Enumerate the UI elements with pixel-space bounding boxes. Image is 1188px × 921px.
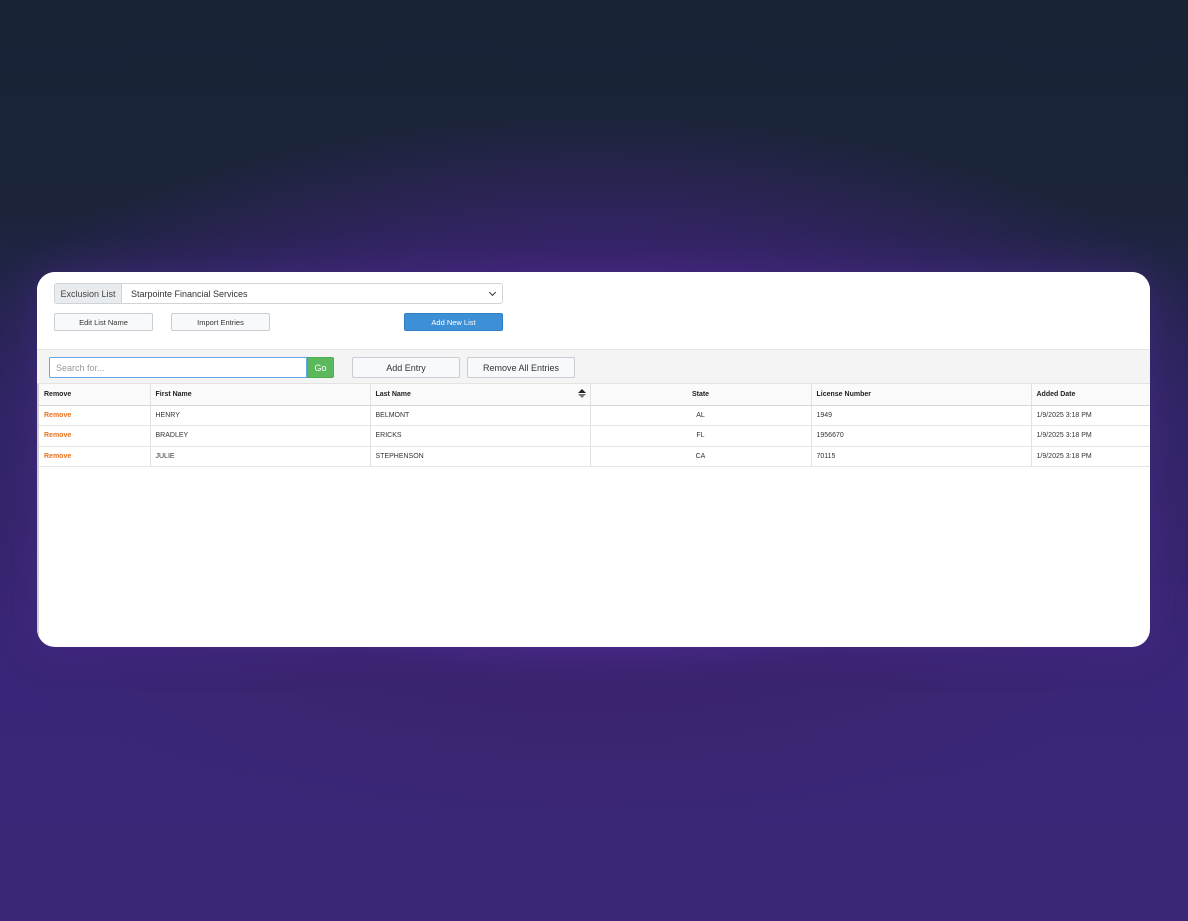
last-name-cell: ERICKS xyxy=(370,425,591,447)
state-cell: FL xyxy=(590,425,812,447)
entries-toolbar: Go Add Entry Remove All Entries xyxy=(37,349,1150,384)
last-name-cell: BELMONT xyxy=(370,405,591,426)
add-entry-button[interactable]: Add Entry xyxy=(352,357,460,378)
chevron-down-icon[interactable] xyxy=(488,288,497,297)
column-header-license-number[interactable]: License Number xyxy=(811,384,1032,406)
last-name-cell: STEPHENSON xyxy=(370,446,591,467)
added-date-cell: 1/9/2025 3:18 PM xyxy=(1031,425,1150,447)
table-row: Remove JULIE STEPHENSON CA 70115 1/9/202… xyxy=(39,446,1150,467)
column-header-remove[interactable]: Remove xyxy=(39,384,151,406)
go-button[interactable]: Go xyxy=(307,357,334,378)
import-entries-button[interactable]: Import Entries xyxy=(171,313,270,331)
table-row: Remove BRADLEY ERICKS FL 1956670 1/9/202… xyxy=(39,425,1150,447)
state-cell: AL xyxy=(590,405,812,426)
state-cell: CA xyxy=(590,446,812,467)
add-new-list-button[interactable]: Add New List xyxy=(404,313,503,331)
column-header-state[interactable]: State xyxy=(590,384,812,406)
search-input[interactable] xyxy=(49,357,307,378)
remove-link[interactable]: Remove xyxy=(44,453,71,460)
remove-cell: Remove xyxy=(39,446,151,467)
edit-list-name-button[interactable]: Edit List Name xyxy=(54,313,153,331)
exclusion-list-label: Exclusion List xyxy=(55,284,122,303)
entries-table: Remove First Name Last Name State Licens… xyxy=(39,384,1150,467)
license-number-cell: 1956670 xyxy=(811,425,1032,447)
remove-cell: Remove xyxy=(39,425,151,447)
added-date-cell: 1/9/2025 3:18 PM xyxy=(1031,446,1150,467)
column-header-first-name[interactable]: First Name xyxy=(150,384,371,406)
column-header-last-name[interactable]: Last Name xyxy=(370,384,591,406)
exclusion-list-panel: Exclusion List Starpointe Financial Serv… xyxy=(37,272,1150,647)
list-controls: Exclusion List Starpointe Financial Serv… xyxy=(37,272,1150,349)
first-name-cell: HENRY xyxy=(150,405,371,426)
first-name-cell: JULIE xyxy=(150,446,371,467)
remove-link[interactable]: Remove xyxy=(44,432,71,439)
table-header-row: Remove First Name Last Name State Licens… xyxy=(39,384,1150,406)
license-number-cell: 1949 xyxy=(811,405,1032,426)
license-number-cell: 70115 xyxy=(811,446,1032,467)
exclusion-list-selector[interactable]: Exclusion List Starpointe Financial Serv… xyxy=(54,283,503,304)
table-row: Remove HENRY BELMONT AL 1949 1/9/2025 3:… xyxy=(39,405,1150,426)
first-name-cell: BRADLEY xyxy=(150,425,371,447)
remove-cell: Remove xyxy=(39,405,151,426)
exclusion-list-select[interactable]: Starpointe Financial Services xyxy=(122,284,502,303)
added-date-cell: 1/9/2025 3:18 PM xyxy=(1031,405,1150,426)
remove-link[interactable]: Remove xyxy=(44,412,71,419)
column-header-added-date[interactable]: Added Date xyxy=(1031,384,1150,406)
column-header-last-name-label: Last Name xyxy=(375,390,411,398)
remove-all-entries-button[interactable]: Remove All Entries xyxy=(467,357,575,378)
exclusion-list-selected-value: Starpointe Financial Services xyxy=(131,288,248,299)
sort-icon[interactable] xyxy=(577,389,586,399)
